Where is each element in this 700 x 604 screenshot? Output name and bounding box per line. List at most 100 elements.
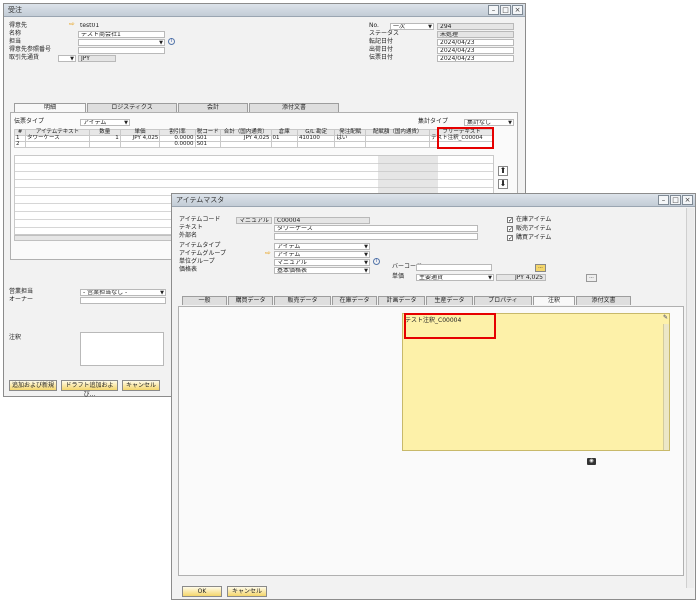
customer-ref-field[interactable] [78, 47, 165, 54]
price-list-select[interactable]: 基本価格表 [274, 267, 370, 274]
link-arrow-icon[interactable]: ⇨ [265, 249, 271, 257]
sales-order-titlebar: 受注 – □ × [4, 4, 525, 17]
tab-accounting[interactable]: 会計 [178, 103, 248, 112]
purchase-item-label: 購買アイテム [516, 234, 552, 241]
tab-remarks[interactable]: 注釈 [533, 296, 575, 305]
remarks-label: 注釈 [9, 334, 22, 341]
tab-contents[interactable]: 明細 [14, 103, 86, 112]
item-group-select[interactable]: アイテム [274, 251, 370, 258]
price-list-label: 価格表 [179, 266, 198, 273]
tab-logistics[interactable]: ロジスティクス [87, 103, 177, 112]
table-cell: 2 [14, 141, 26, 148]
minimize-button[interactable]: – [658, 195, 669, 205]
order-lines-table: # アイテムテキスト 数量 単価 割引率 税コード 合計（国内通貨） 倉庫 G/… [14, 129, 494, 148]
info-icon[interactable]: i [168, 38, 175, 45]
customer-label: 得意先 [9, 22, 28, 29]
sales-item-checkbox[interactable]: ✓ [507, 226, 513, 233]
item-group-label: アイテムグループ [179, 250, 227, 257]
summary-type-select[interactable]: 集計なし [464, 119, 514, 126]
item-master-window: アイテムマスタ – □ × アイテムコード マニュアル C00004 テキスト … [171, 193, 696, 600]
move-down-button[interactable]: ⬇ [498, 179, 508, 189]
foreign-name-field[interactable] [274, 233, 478, 240]
table-cell[interactable] [219, 141, 272, 148]
item-text-field[interactable]: タワーケース [274, 225, 478, 232]
table-cell[interactable] [365, 141, 431, 148]
barcode-browse-button[interactable]: ... [535, 264, 546, 272]
contact-select[interactable] [78, 39, 165, 46]
currency-type-select[interactable] [58, 55, 76, 62]
delivery-date-field[interactable]: 2024/04/23 [437, 47, 514, 54]
tab-attachments[interactable]: 添付文書 [249, 103, 339, 112]
tab-inventory[interactable]: 在庫データ [332, 296, 377, 305]
cancel-button[interactable]: キャンセル [227, 586, 267, 597]
sales-rep-select[interactable]: - 営業担当なし - [80, 289, 166, 296]
sales-item-label: 販売アイテム [516, 225, 552, 232]
remarks-textarea[interactable] [80, 332, 164, 366]
table-cell[interactable] [270, 141, 298, 148]
tab-planning[interactable]: 計画データ [378, 296, 425, 305]
unit-price-label: 単価 [392, 273, 405, 280]
camera-icon[interactable]: ◉ [587, 458, 596, 465]
status-label: ステータス [369, 30, 400, 37]
item-type-label: アイテムタイプ [179, 242, 221, 249]
inventory-item-checkbox[interactable]: ✓ [507, 217, 513, 224]
table-row[interactable]: 2 0.0000 S01 [14, 141, 494, 148]
uom-group-label: 単位グループ [179, 258, 215, 265]
tab-sales[interactable]: 販売データ [274, 296, 331, 305]
table-cell[interactable] [119, 141, 161, 148]
table-cell[interactable] [88, 141, 121, 148]
item-code-field[interactable]: C00004 [274, 217, 370, 224]
order-tabs: 明細 ロジスティクス 会計 添付文書 [14, 103, 340, 112]
tab-production[interactable]: 生産データ [426, 296, 473, 305]
tab-properties[interactable]: プロパティ [474, 296, 532, 305]
purchase-item-checkbox[interactable]: ✓ [507, 235, 513, 242]
owner-field[interactable] [80, 297, 166, 304]
ok-button[interactable]: OK [182, 586, 222, 597]
remarks-scrollbar[interactable] [663, 324, 669, 450]
column-header[interactable]: 配賦額（国内通貨） [365, 129, 431, 136]
tab-purchasing[interactable]: 購買データ [228, 296, 273, 305]
cancel-button[interactable]: キャンセル [122, 380, 160, 391]
minimize-button[interactable]: – [488, 5, 499, 15]
maximize-button[interactable]: □ [500, 5, 511, 15]
table-cell[interactable] [334, 141, 367, 148]
price-currency-select[interactable]: 主要通貨 [416, 274, 494, 281]
move-up-button[interactable]: ⬆ [498, 166, 508, 176]
table-cell[interactable]: 0.0000 [159, 141, 196, 148]
name-field[interactable]: テスト商会社1 [78, 31, 165, 38]
customer-field[interactable]: test01 [78, 23, 165, 30]
item-type-select[interactable]: アイテム [274, 243, 370, 250]
inventory-item-label: 在庫アイテム [516, 216, 552, 223]
tab-attachments[interactable]: 添付文書 [576, 296, 631, 305]
sales-rep-label: 営業担当 [9, 288, 34, 295]
maximize-button[interactable]: □ [670, 195, 681, 205]
barcode-field[interactable] [416, 264, 492, 271]
tab-general[interactable]: 一般 [182, 296, 227, 305]
currency-field: JPY [78, 55, 116, 62]
add-draft-button[interactable]: ドラフト追加および... [61, 380, 118, 398]
doc-type-select[interactable]: アイテム [80, 119, 130, 126]
table-cell[interactable] [25, 141, 90, 148]
posting-date-label: 転記日付 [369, 38, 394, 45]
table-cell[interactable] [296, 141, 336, 148]
document-date-field[interactable]: 2024/04/23 [437, 55, 514, 62]
link-arrow-icon[interactable]: ⇨ [69, 20, 75, 28]
contact-label: 担当 [9, 38, 22, 45]
series-select[interactable]: 一次 [390, 23, 434, 30]
summary-type-label: 集計タイプ [418, 118, 449, 125]
currency-label: 取引先通貨 [9, 54, 40, 61]
close-button[interactable]: × [512, 5, 523, 15]
window-scrollbar[interactable] [686, 208, 694, 588]
uom-group-select[interactable]: マニュアル [274, 259, 370, 266]
free-text-highlight [437, 127, 494, 149]
table-cell[interactable]: S01 [194, 141, 221, 148]
posting-date-field[interactable]: 2024/04/23 [437, 39, 514, 46]
add-and-new-button[interactable]: 追加および新規 [9, 380, 57, 391]
unit-price-field: JPY 4,025 [496, 274, 546, 281]
close-button[interactable]: × [682, 195, 693, 205]
price-browse-button[interactable]: ... [586, 274, 597, 282]
item-code-label: アイテムコード [179, 216, 221, 223]
edit-icon[interactable]: ✎ [663, 314, 668, 321]
info-icon[interactable]: i [373, 258, 380, 265]
name-label: 名称 [9, 30, 22, 37]
